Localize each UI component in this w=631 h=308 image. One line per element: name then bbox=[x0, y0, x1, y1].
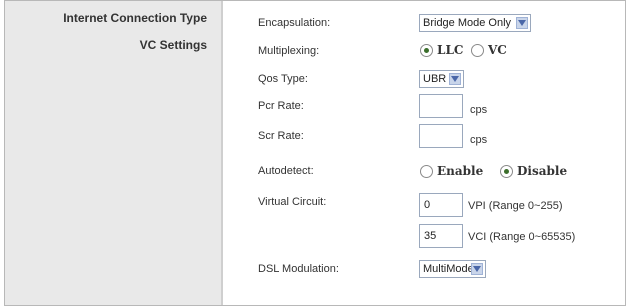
virtual-circuit-label: Virtual Circuit: bbox=[258, 196, 327, 208]
chevron-down-icon bbox=[471, 263, 483, 275]
qos-type-value: UBR bbox=[423, 73, 447, 85]
dsl-modulation-value: MultiMode bbox=[423, 263, 474, 275]
autodetect-disable-label: Disable bbox=[517, 164, 568, 178]
panel-divider bbox=[221, 1, 223, 305]
section-vc-settings: VC Settings bbox=[139, 38, 207, 52]
pcr-rate-unit: cps bbox=[470, 104, 488, 116]
qos-type-label: Qos Type: bbox=[258, 73, 308, 85]
section-internet-connection-type: Internet Connection Type bbox=[63, 11, 207, 25]
vci-input[interactable]: 35 bbox=[419, 224, 463, 248]
pcr-rate-input[interactable] bbox=[419, 94, 463, 118]
qos-type-select[interactable]: UBR bbox=[419, 70, 464, 88]
multiplexing-vc-label: VC bbox=[488, 43, 507, 57]
dsl-modulation-label: DSL Modulation: bbox=[258, 263, 339, 275]
vpi-range-label: VPI (Range 0~255) bbox=[468, 200, 563, 212]
chevron-down-icon bbox=[449, 73, 461, 85]
scr-rate-unit: cps bbox=[470, 134, 488, 146]
vci-range-label: VCI (Range 0~65535) bbox=[468, 231, 576, 243]
scr-rate-label: Scr Rate: bbox=[258, 130, 304, 142]
section-labels-panel: Internet Connection Type VC Settings bbox=[5, 1, 221, 305]
radio-selected-dot bbox=[424, 48, 429, 53]
dsl-modulation-select[interactable]: MultiMode bbox=[419, 260, 486, 278]
multiplexing-vc-radio[interactable] bbox=[471, 44, 484, 57]
autodetect-enable-radio[interactable] bbox=[420, 165, 433, 178]
scr-rate-input[interactable] bbox=[419, 124, 463, 148]
autodetect-enable-label: Enable bbox=[437, 164, 484, 178]
multiplexing-llc-label: LLC bbox=[437, 43, 464, 57]
encapsulation-select[interactable]: Bridge Mode Only bbox=[419, 14, 531, 32]
autodetect-disable-radio[interactable] bbox=[500, 165, 513, 178]
autodetect-label: Autodetect: bbox=[258, 165, 314, 177]
radio-selected-dot bbox=[504, 169, 509, 174]
encapsulation-value: Bridge Mode Only bbox=[423, 17, 512, 29]
multiplexing-label: Multiplexing: bbox=[258, 45, 320, 57]
pcr-rate-label: Pcr Rate: bbox=[258, 100, 304, 112]
vpi-input[interactable]: 0 bbox=[419, 193, 463, 217]
chevron-down-icon bbox=[516, 17, 528, 29]
multiplexing-llc-radio[interactable] bbox=[420, 44, 433, 57]
encapsulation-label: Encapsulation: bbox=[258, 17, 331, 29]
